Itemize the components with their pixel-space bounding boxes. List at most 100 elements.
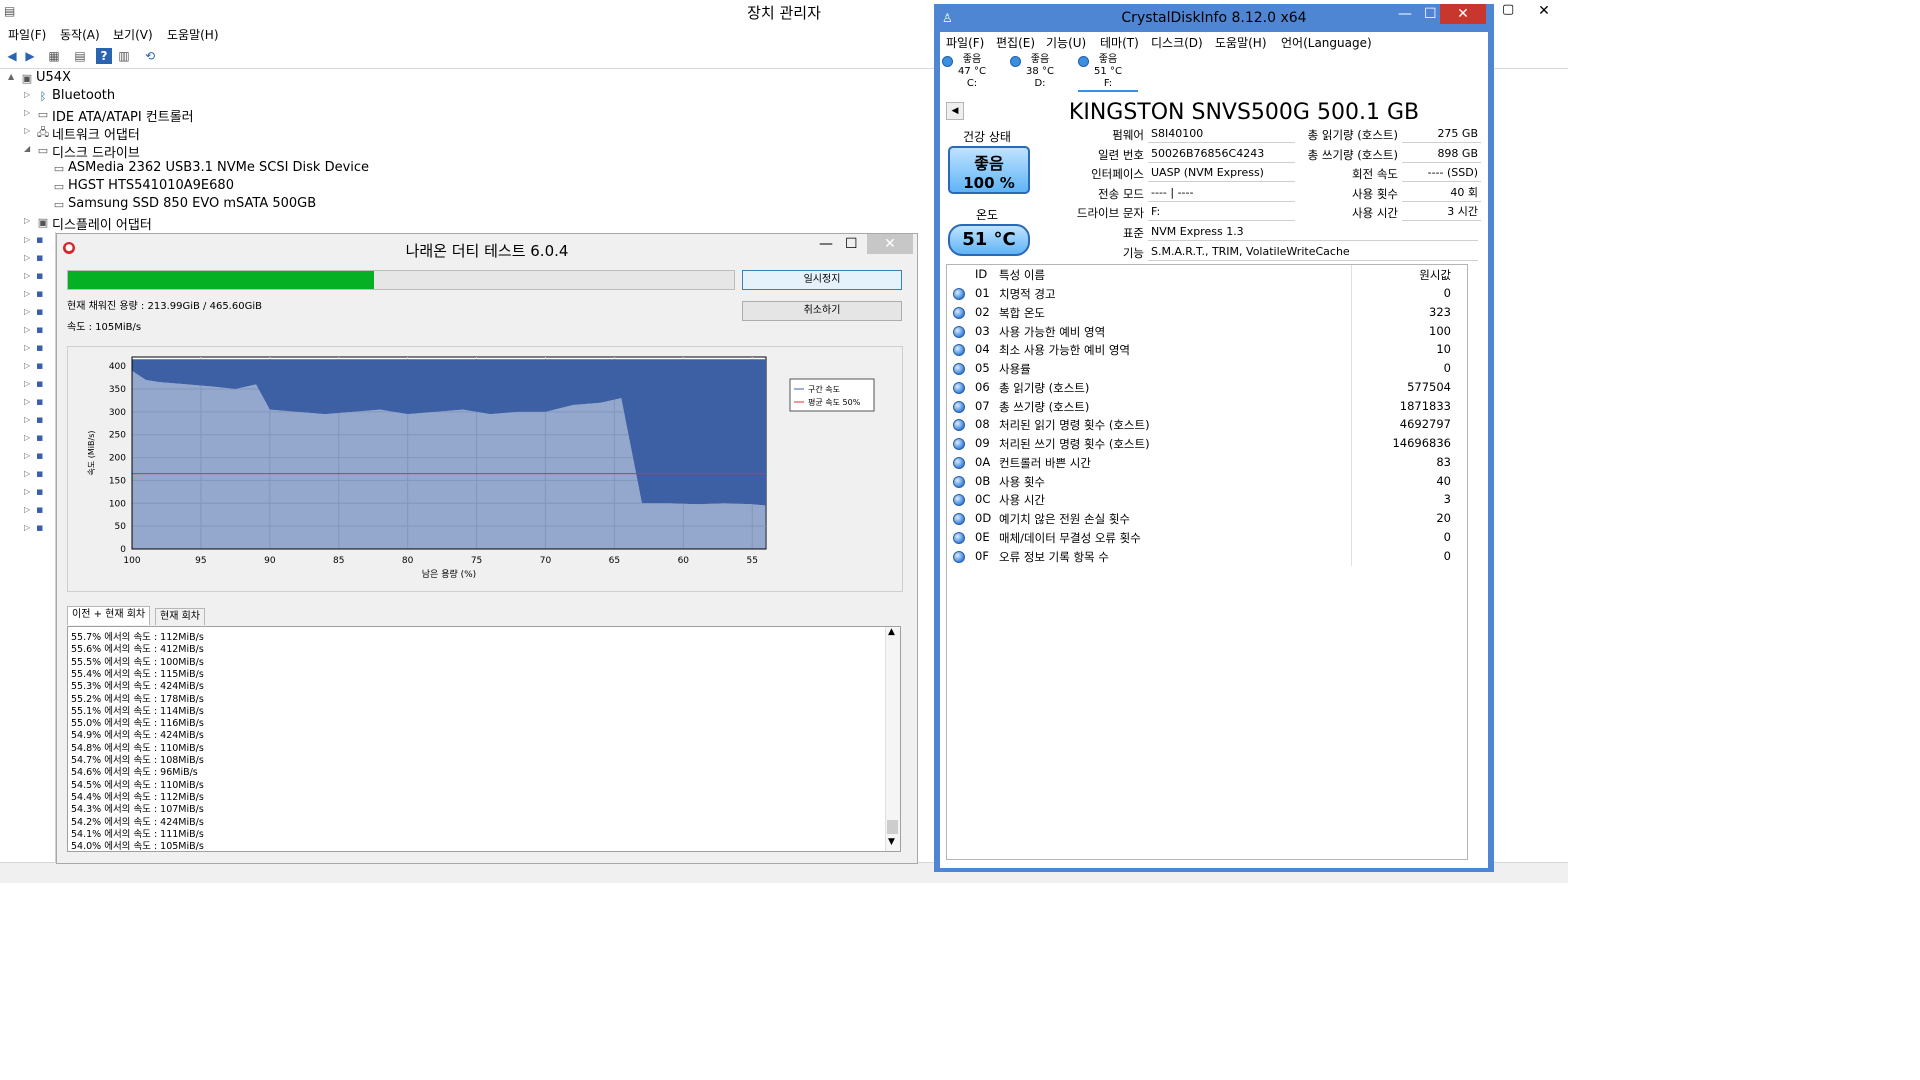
collapsed-category[interactable]: ▷ ▪ [20,466,54,484]
expand-icon[interactable]: ▷ [24,108,30,117]
cancel-button[interactable]: 취소하기 [742,301,902,321]
scroll-up-icon[interactable]: ▲ [888,627,895,637]
menu-file[interactable]: 파일(F) [946,34,984,51]
drive-button-c[interactable]: 좋음 47 °C C: [942,54,1002,90]
collapsed-category[interactable]: ▷ ▪ [20,304,54,322]
smart-row[interactable]: 07 총 쓰기량 (호스트) 1871833 [947,396,1465,416]
close-button[interactable]: ✕ [867,234,913,254]
previous-disk-button[interactable]: ◀ [946,102,964,120]
collapsed-category[interactable]: ▷ ▪ [20,376,54,394]
menu-function[interactable]: 기능(U) [1046,34,1086,51]
menu-language[interactable]: 언어(Language) [1281,34,1372,51]
y-tick-label: 250 [109,431,126,441]
smart-row[interactable]: 05 사용률 0 [947,359,1465,378]
collapsed-category[interactable]: ▷ ▪ [20,250,54,268]
expand-icon[interactable]: ▷ [24,469,30,478]
pause-button[interactable]: 일시정지 [742,270,902,290]
expand-icon[interactable]: ▷ [24,325,30,334]
expand-icon[interactable]: ▷ [24,379,30,388]
help-icon[interactable]: ? [96,48,112,64]
expand-icon[interactable]: ▷ [24,343,30,352]
collapsed-category[interactable]: ▷ ▪ [20,430,54,448]
expand-icon[interactable]: ▷ [24,216,30,225]
smart-row[interactable]: 02 복합 온도 323 [947,302,1465,322]
collapsed-category[interactable]: ▷ ▪ [20,322,54,340]
smart-row[interactable]: 0E 매체/데이터 무결성 오류 횟수 0 [947,527,1465,547]
menu-help[interactable]: 도움말(H) [167,26,219,43]
network-icon: ▪ [36,503,44,516]
smart-row[interactable]: 04 최소 사용 가능한 예비 영역 10 [947,340,1465,360]
tab-all-rounds[interactable]: 이전 + 현재 회차 [67,606,151,625]
collapsed-category[interactable]: ▷ ▪ [20,340,54,358]
tab-current-round[interactable]: 현재 회차 [155,608,205,625]
log-scrollbar[interactable]: ▲ ▼ [885,627,900,851]
expand-icon[interactable]: ▷ [24,523,30,532]
maximize-button[interactable]: ☐ [1424,6,1437,22]
menu-help[interactable]: 도움말(H) [1215,34,1267,51]
menu-file[interactable]: 파일(F) [8,26,46,43]
close-button[interactable]: ✕ [1440,4,1486,24]
expand-icon[interactable]: ▷ [24,433,30,442]
smart-row[interactable]: 03 사용 가능한 예비 영역 100 [947,321,1465,341]
menu-disk[interactable]: 디스크(D) [1151,34,1203,51]
expand-icon[interactable]: ▷ [24,235,30,244]
minimize-button[interactable]: — [819,236,833,252]
drive-button-f[interactable]: 좋음 51 °C F: [1078,54,1138,92]
scroll-thumb[interactable] [887,820,898,834]
speed-log[interactable]: 55.7% 에서의 속도 : 112MiB/s 55.6% 에서의 속도 : 41… [67,626,901,852]
smart-row[interactable]: 0C 사용 시간 3 [947,490,1465,510]
expand-icon[interactable]: ▷ [24,451,30,460]
close-button[interactable]: ✕ [1520,0,1568,22]
column-divider [1351,490,1352,510]
minimize-button[interactable]: — [1398,6,1412,22]
expand-icon[interactable]: ▷ [24,126,30,135]
expand-icon[interactable]: ▷ [24,361,30,370]
smart-row[interactable]: 08 처리된 읽기 명령 횟수 (호스트) 4692797 [947,415,1465,435]
collapsed-category[interactable]: ▷ ▪ [20,502,54,520]
menu-view[interactable]: 보기(V) [113,26,153,43]
collapsed-category[interactable]: ▷ ▪ [20,520,54,538]
view-icon[interactable]: ▥ [116,48,132,64]
collapsed-category[interactable]: ▷ ▪ [20,394,54,412]
collapse-icon[interactable]: ◢ [24,144,30,153]
smart-row[interactable]: 0F 오류 정보 기록 항목 수 0 [947,546,1465,566]
smart-row[interactable]: 0A 컨트롤러 바쁜 시간 83 [947,452,1465,472]
status-dot-icon [953,513,965,525]
menu-edit[interactable]: 편집(E) [996,34,1035,51]
expand-icon[interactable]: ▷ [24,397,30,406]
expand-icon[interactable]: ▷ [24,253,30,262]
smart-row[interactable]: 0B 사용 횟수 40 [947,471,1465,491]
console-tree-icon[interactable]: ▦ [46,48,62,64]
smart-row[interactable]: 06 총 읽기량 (호스트) 577504 [947,377,1465,397]
smart-row[interactable]: 0D 예기치 않은 전원 손실 횟수 20 [947,509,1465,528]
expand-icon[interactable]: ▷ [24,271,30,280]
collapsed-category[interactable]: ▷ ▪ [20,232,54,250]
menu-action[interactable]: 동작(A) [60,26,100,43]
scan-hardware-icon[interactable]: ⟲ [142,48,158,64]
expand-icon[interactable]: ▷ [24,487,30,496]
y-tick-label: 400 [109,362,126,372]
menu-theme[interactable]: 테마(T) [1100,34,1139,51]
maximize-icon[interactable]: ▢ [1502,2,1514,17]
smart-row[interactable]: 09 처리된 쓰기 명령 횟수 (호스트) 14696836 [947,434,1465,453]
smart-row[interactable]: 01 치명적 경고 0 [947,284,1465,303]
maximize-button[interactable]: ☐ [845,236,858,252]
expand-icon[interactable]: ▷ [24,307,30,316]
back-icon[interactable]: ◀ [4,48,20,64]
scroll-down-icon[interactable]: ▼ [888,837,895,847]
collapsed-category[interactable]: ▷ ▪ [20,358,54,376]
forward-icon[interactable]: ▶ [22,48,38,64]
drive-button-d[interactable]: 좋음 38 °C D: [1010,54,1070,90]
expand-icon[interactable]: ▷ [24,90,30,99]
properties-icon[interactable]: ▤ [72,48,88,64]
collapse-icon[interactable]: ▲ [8,72,14,81]
collapsed-category[interactable]: ▷ ▪ [20,286,54,304]
collapsed-category[interactable]: ▷ ▪ [20,448,54,466]
smart-name: 최소 사용 가능한 예비 영역 [999,343,1131,358]
collapsed-category[interactable]: ▷ ▪ [20,412,54,430]
expand-icon[interactable]: ▷ [24,289,30,298]
expand-icon[interactable]: ▷ [24,415,30,424]
collapsed-category[interactable]: ▷ ▪ [20,484,54,502]
collapsed-category[interactable]: ▷ ▪ [20,268,54,286]
expand-icon[interactable]: ▷ [24,505,30,514]
